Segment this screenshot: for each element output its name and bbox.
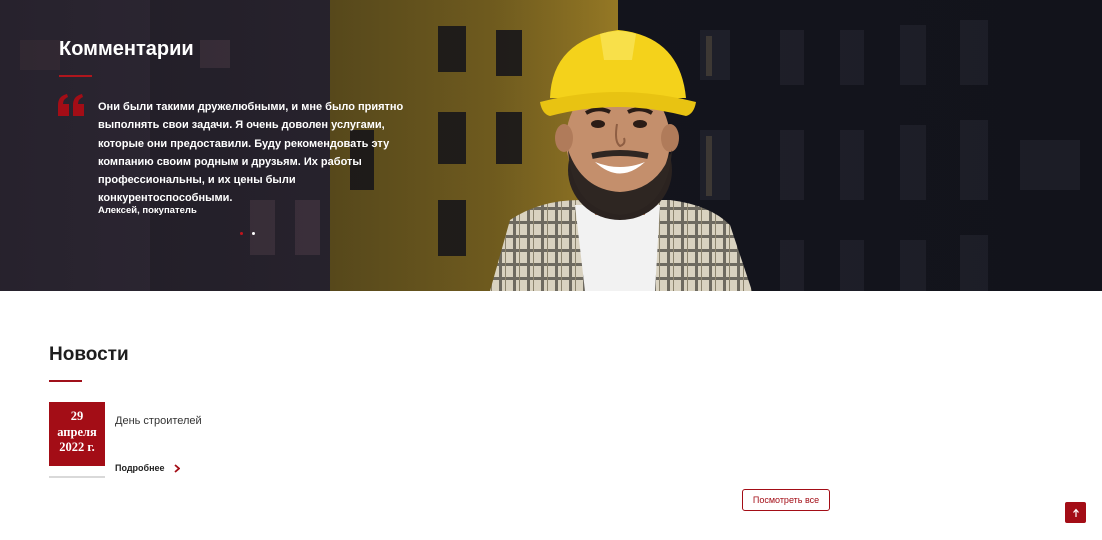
carousel-dots xyxy=(240,232,255,235)
news-more-label: Подробнее xyxy=(115,463,165,473)
scroll-top-button[interactable] xyxy=(1065,502,1086,523)
news-date-badge: 29 апреля 2022 г. xyxy=(49,402,105,466)
news-title-underline xyxy=(49,380,82,382)
testimonials-title: Комментарии xyxy=(59,38,194,60)
testimonial-author: Алексей, покупатель xyxy=(98,205,197,216)
carousel-dot-1[interactable] xyxy=(240,232,243,235)
testimonial-quote: Они были такими дружелюбными, и мне было… xyxy=(98,101,404,205)
quote-icon xyxy=(58,94,84,116)
news-date-day: 29 xyxy=(70,409,84,423)
news-title: Новости xyxy=(49,344,129,365)
worker-photo xyxy=(490,30,752,291)
chevron-right-icon xyxy=(173,463,180,473)
news-item-title[interactable]: День строителей xyxy=(115,415,202,427)
news-date-month: апреля xyxy=(57,424,97,439)
news-more-link[interactable]: Подробнее xyxy=(115,463,180,473)
news-date-year: 2022 г. xyxy=(59,440,95,454)
carousel-dot-2[interactable] xyxy=(252,232,255,235)
title-underline xyxy=(59,75,92,77)
arrow-up-icon xyxy=(1072,508,1079,517)
testimonials-section: Комментарии Они были такими дружелюбными… xyxy=(0,0,1102,291)
view-all-button[interactable]: Посмотреть все xyxy=(742,489,830,511)
news-item-divider xyxy=(49,476,105,478)
